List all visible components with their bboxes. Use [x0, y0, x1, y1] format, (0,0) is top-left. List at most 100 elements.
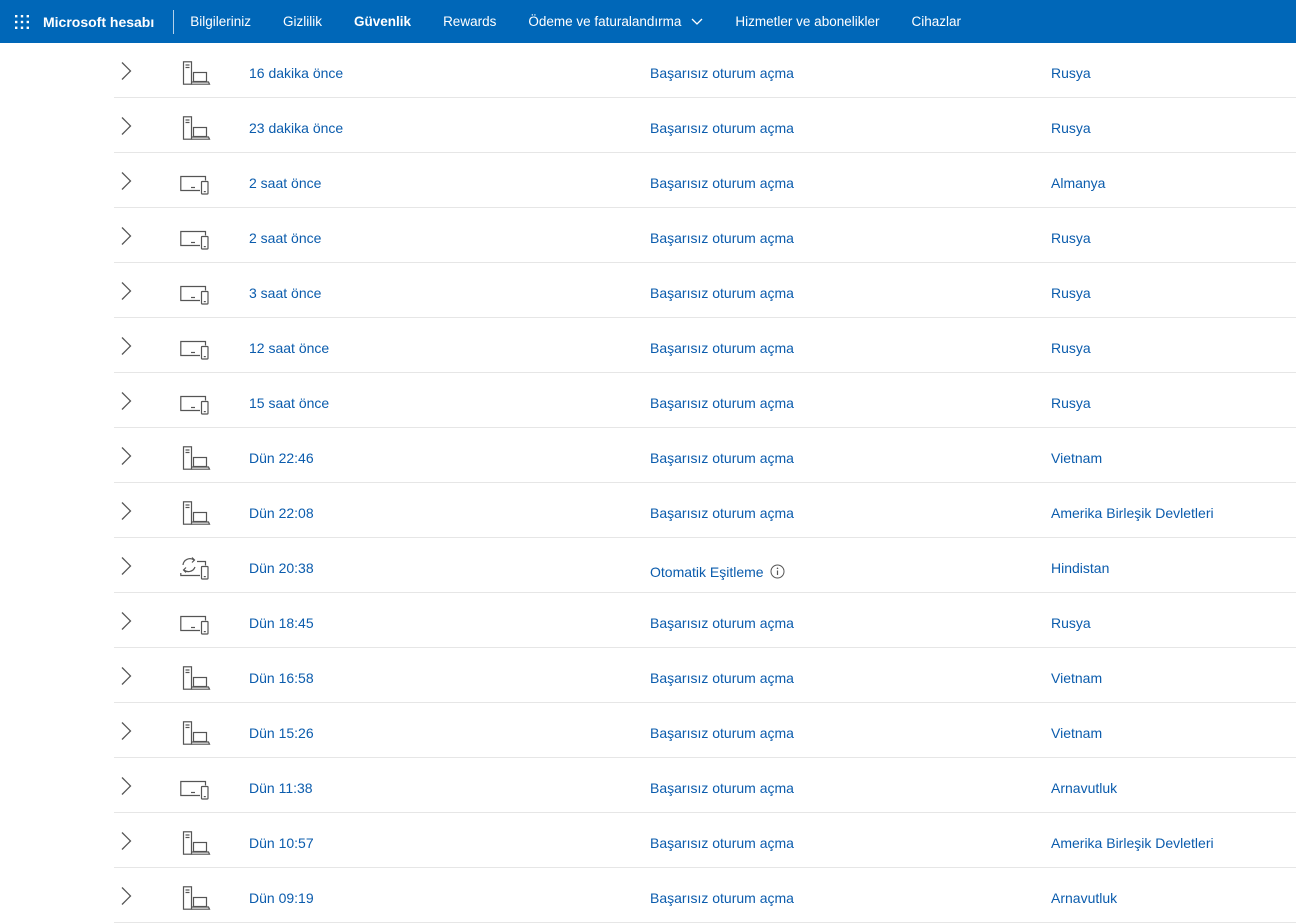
- activity-time-link[interactable]: Dün 22:08: [249, 505, 314, 521]
- activity-time-link[interactable]: Dün 10:57: [249, 835, 314, 851]
- chevron-right-icon[interactable]: [118, 611, 134, 631]
- activity-type-link[interactable]: Başarısız oturum açma: [650, 835, 794, 851]
- activity-type-link[interactable]: Başarısız oturum açma: [650, 395, 794, 411]
- activity-type-link[interactable]: Otomatik Eşitleme: [650, 564, 785, 582]
- activity-row[interactable]: Dün 22:08 Başarısız oturum açma Amerika Bi…: [114, 483, 1296, 538]
- activity-row[interactable]: Dün 10:57 Başarısız oturum açma Amerika Bi…: [114, 813, 1296, 868]
- chevron-right-icon[interactable]: [118, 116, 134, 136]
- activity-type-link[interactable]: Başarısız oturum açma: [650, 450, 794, 466]
- activity-row[interactable]: 2 saat önce Başarısız oturum açma Almanya: [114, 153, 1296, 208]
- activity-type-link[interactable]: Başarısız oturum açma: [650, 505, 794, 521]
- activity-type-link[interactable]: Başarısız oturum açma: [650, 230, 794, 246]
- desktop-tower-icon: [180, 721, 212, 747]
- activity-location-link[interactable]: Vietnam: [1051, 670, 1102, 686]
- chevron-right-icon[interactable]: [118, 831, 134, 851]
- activity-row[interactable]: 15 saat önce Başarısız oturum açma Rusya: [114, 373, 1296, 428]
- app-launcher-button[interactable]: [0, 0, 43, 43]
- activity-type-label: Başarısız oturum açma: [650, 505, 794, 521]
- chevron-right-icon[interactable]: [118, 336, 134, 356]
- activity-location-link[interactable]: Rusya: [1051, 340, 1091, 356]
- activity-row[interactable]: Dün 15:26 Başarısız oturum açma Vietnam: [114, 703, 1296, 758]
- activity-row[interactable]: Dün 16:58 Başarısız oturum açma Vietnam: [114, 648, 1296, 703]
- activity-type-link[interactable]: Başarısız oturum açma: [650, 285, 794, 301]
- desktop-tower-icon: [180, 61, 212, 87]
- activity-type-label: Başarısız oturum açma: [650, 65, 794, 81]
- activity-location-link[interactable]: Vietnam: [1051, 450, 1102, 466]
- activity-row[interactable]: 23 dakika önce Başarısız oturum açma Rusya: [114, 98, 1296, 153]
- activity-time-link[interactable]: Dün 16:58: [249, 670, 314, 686]
- activity-time-link[interactable]: 3 saat önce: [249, 285, 321, 301]
- activity-location-link[interactable]: Rusya: [1051, 120, 1091, 136]
- chevron-right-icon[interactable]: [118, 226, 134, 246]
- activity-type-link[interactable]: Başarısız oturum açma: [650, 780, 794, 796]
- waffle-icon: [14, 14, 29, 29]
- activity-row[interactable]: Dün 09:19 Başarısız oturum açma Arnavutluk: [114, 868, 1296, 923]
- activity-time-link[interactable]: 23 dakika önce: [249, 120, 343, 136]
- activity-row[interactable]: 12 saat önce Başarısız oturum açma Rusya: [114, 318, 1296, 373]
- activity-time-link[interactable]: Dün 11:38: [249, 780, 313, 796]
- nav-item-rewards[interactable]: Rewards: [443, 14, 496, 29]
- activity-row[interactable]: Dün 20:38 Otomatik Eşitleme Hindistan: [114, 538, 1296, 593]
- activity-type-link[interactable]: Başarısız oturum açma: [650, 670, 794, 686]
- chevron-right-icon[interactable]: [118, 721, 134, 741]
- brand-link[interactable]: Microsoft hesabı: [43, 14, 173, 30]
- activity-time-link[interactable]: Dün 20:38: [249, 560, 314, 576]
- activity-time-link[interactable]: 2 saat önce: [249, 175, 321, 191]
- chevron-right-icon[interactable]: [118, 391, 134, 411]
- activity-row[interactable]: 3 saat önce Başarısız oturum açma Rusya: [114, 263, 1296, 318]
- activity-type-link[interactable]: Başarısız oturum açma: [650, 120, 794, 136]
- activity-row[interactable]: Dün 18:45 Başarısız oturum açma Rusya: [114, 593, 1296, 648]
- activity-location-link[interactable]: Amerika Birleşik Devletleri: [1051, 835, 1214, 851]
- activity-type-link[interactable]: Başarısız oturum açma: [650, 175, 794, 191]
- activity-time-link[interactable]: 12 saat önce: [249, 340, 329, 356]
- activity-type-link[interactable]: Başarısız oturum açma: [650, 615, 794, 631]
- activity-row[interactable]: Dün 11:38 Başarısız oturum açma Arnavutluk: [114, 758, 1296, 813]
- activity-type-link[interactable]: Başarısız oturum açma: [650, 65, 794, 81]
- chevron-right-icon[interactable]: [118, 171, 134, 191]
- activity-location-link[interactable]: Almanya: [1051, 175, 1105, 191]
- activity-time-link[interactable]: Dün 09:19: [249, 890, 314, 906]
- activity-location-link[interactable]: Rusya: [1051, 395, 1091, 411]
- activity-location-link[interactable]: Rusya: [1051, 65, 1091, 81]
- desktop-tower-icon: [180, 446, 212, 472]
- activity-location-link[interactable]: Hindistan: [1051, 560, 1109, 576]
- activity-type-link[interactable]: Başarısız oturum açma: [650, 725, 794, 741]
- activity-time-link[interactable]: Dün 15:26: [249, 725, 314, 741]
- chevron-right-icon[interactable]: [118, 556, 134, 576]
- activity-time-link[interactable]: Dün 22:46: [249, 450, 314, 466]
- nav-item-bilgileriniz[interactable]: Bilgileriniz: [190, 14, 251, 29]
- chevron-right-icon[interactable]: [118, 886, 134, 906]
- activity-time-link[interactable]: Dün 18:45: [249, 615, 314, 631]
- chevron-right-icon[interactable]: [118, 61, 134, 81]
- activity-time-link[interactable]: 15 saat önce: [249, 395, 329, 411]
- activity-type-label: Başarısız oturum açma: [650, 615, 794, 631]
- activity-location-link[interactable]: Vietnam: [1051, 725, 1102, 741]
- chevron-right-icon[interactable]: [118, 666, 134, 686]
- activity-location-link[interactable]: Rusya: [1051, 285, 1091, 301]
- info-icon[interactable]: [770, 564, 785, 582]
- activity-location-link[interactable]: Arnavutluk: [1051, 890, 1117, 906]
- activity-type-label: Başarısız oturum açma: [650, 285, 794, 301]
- sync-devices-icon: [180, 556, 212, 582]
- activity-type-link[interactable]: Başarısız oturum açma: [650, 890, 794, 906]
- activity-row[interactable]: Dün 22:46 Başarısız oturum açma Vietnam: [114, 428, 1296, 483]
- nav-item-guvenlik[interactable]: Güvenlik: [354, 14, 411, 29]
- chevron-right-icon[interactable]: [118, 446, 134, 466]
- nav-item-odeme-dropdown[interactable]: Ödeme ve faturalandırma: [528, 14, 703, 29]
- chevron-right-icon[interactable]: [118, 776, 134, 796]
- activity-location-link[interactable]: Rusya: [1051, 230, 1091, 246]
- chevron-right-icon[interactable]: [118, 501, 134, 521]
- activity-time-link[interactable]: 16 dakika önce: [249, 65, 343, 81]
- activity-location-link[interactable]: Rusya: [1051, 615, 1091, 631]
- activity-type-link[interactable]: Başarısız oturum açma: [650, 340, 794, 356]
- nav-item-cihazlar[interactable]: Cihazlar: [911, 14, 961, 29]
- activity-time-link[interactable]: 2 saat önce: [249, 230, 321, 246]
- chevron-right-icon[interactable]: [118, 281, 134, 301]
- activity-row[interactable]: 2 saat önce Başarısız oturum açma Rusya: [114, 208, 1296, 263]
- activity-location-link[interactable]: Arnavutluk: [1051, 780, 1117, 796]
- activity-location-link[interactable]: Amerika Birleşik Devletleri: [1051, 505, 1214, 521]
- nav-item-gizlilik[interactable]: Gizlilik: [283, 14, 322, 29]
- activity-row[interactable]: 16 dakika önce Başarısız oturum açma Rusya: [114, 43, 1296, 98]
- nav-item-hizmetler[interactable]: Hizmetler ve abonelikler: [735, 14, 879, 29]
- laptop-phone-icon: [180, 391, 212, 417]
